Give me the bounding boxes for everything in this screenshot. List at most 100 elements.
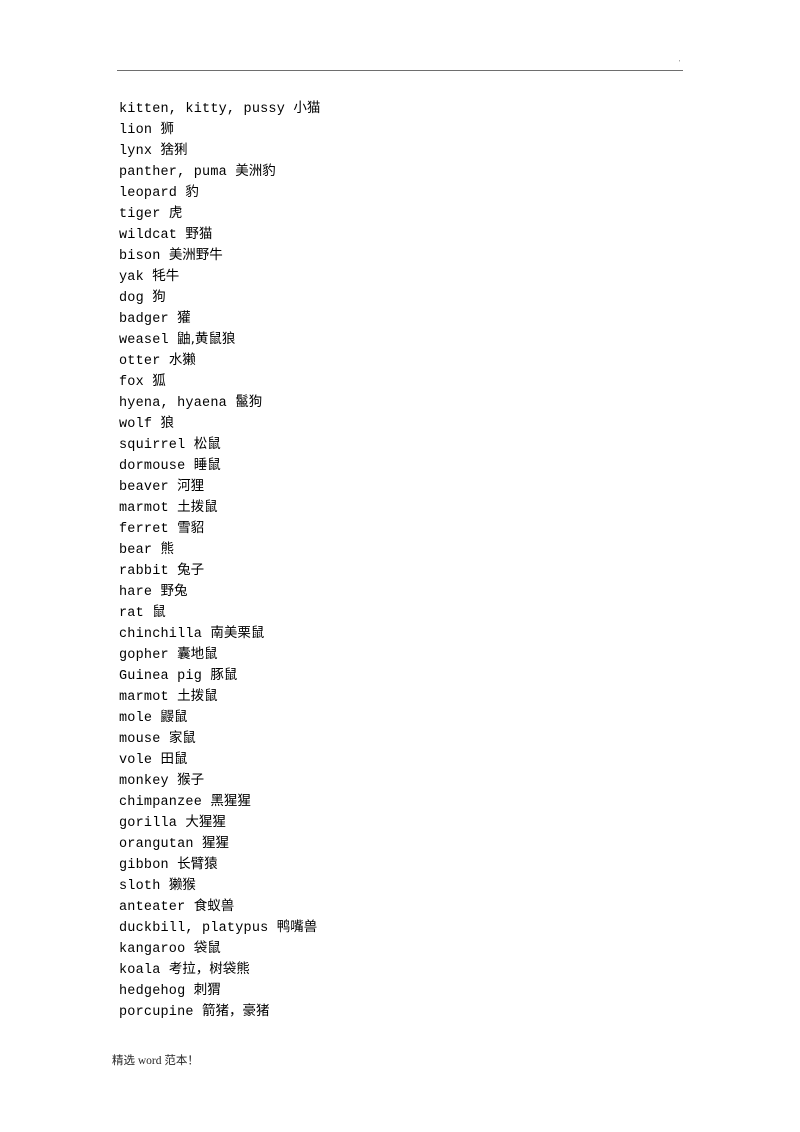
vocab-line: yak 牦牛 bbox=[119, 266, 739, 287]
vocab-term-chinese: 野兔 bbox=[160, 583, 188, 599]
vocab-term-english: squirrel bbox=[119, 438, 194, 453]
vocab-line: otter 水獭 bbox=[119, 350, 739, 371]
vocab-term-english: mouse bbox=[119, 732, 169, 747]
vocab-line: vole 田鼠 bbox=[119, 749, 739, 770]
vocab-line: bear 熊 bbox=[119, 539, 739, 560]
vocab-term-chinese: 猴子 bbox=[177, 772, 205, 788]
vocab-term-english: otter bbox=[119, 354, 169, 369]
vocab-term-chinese: 美洲豹 bbox=[235, 163, 276, 179]
vocab-term-chinese: 狐 bbox=[152, 373, 166, 389]
vocab-line: hare 野兔 bbox=[119, 581, 739, 602]
vocab-term-chinese: 考拉，树袋熊 bbox=[168, 961, 250, 977]
vocab-term-english: Guinea pig bbox=[119, 669, 211, 684]
header-artifact-mark: ' bbox=[679, 59, 681, 67]
vocab-term-chinese: 黑猩猩 bbox=[210, 793, 251, 809]
vocab-term-chinese: 熊 bbox=[160, 541, 175, 557]
vocab-term-english: sloth bbox=[119, 879, 169, 894]
vocab-term-chinese: 虎 bbox=[168, 205, 183, 221]
vocab-term-english: kangaroo bbox=[119, 942, 194, 957]
vocab-line: wildcat 野猫 bbox=[119, 224, 739, 245]
vocab-line: rat 鼠 bbox=[119, 602, 739, 623]
vocab-term-english: beaver bbox=[119, 480, 178, 495]
vocab-term-chinese: 猩猩 bbox=[202, 835, 230, 851]
vocab-line: leopard 豹 bbox=[119, 182, 739, 203]
vocab-line: chinchilla 南美栗鼠 bbox=[119, 623, 739, 644]
vocab-line: lynx 猞猁 bbox=[119, 140, 739, 161]
vocab-term-chinese: 箭猪，豪猪 bbox=[202, 1003, 270, 1019]
vocab-line: orangutan 猩猩 bbox=[119, 833, 739, 854]
vocab-term-chinese: 水獭 bbox=[168, 352, 196, 368]
vocab-line: hedgehog 刺猬 bbox=[119, 980, 739, 1001]
vocab-term-english: badger bbox=[119, 312, 178, 327]
vocab-line: marmot 土拨鼠 bbox=[119, 686, 739, 707]
vocab-term-chinese: 睡鼠 bbox=[193, 457, 221, 473]
vocab-term-english: koala bbox=[119, 963, 169, 978]
vocab-term-english: bison bbox=[119, 249, 169, 264]
vocab-line: hyena, hyaena 鬣狗 bbox=[119, 392, 739, 413]
vocab-line: gopher 囊地鼠 bbox=[119, 644, 739, 665]
vocab-line: sloth 獭猴 bbox=[119, 875, 739, 896]
document-page: ' kitten, kitty, pussy 小猫 lion 狮 lynx 猞猁 pa… bbox=[0, 0, 800, 1132]
vocab-line: gorilla 大猩猩 bbox=[119, 812, 739, 833]
vocab-term-chinese: 河狸 bbox=[177, 478, 205, 494]
vocab-term-chinese: 猞猁 bbox=[160, 142, 188, 158]
vocab-line: marmot 土拨鼠 bbox=[119, 497, 739, 518]
vocab-line: badger 獾 bbox=[119, 308, 739, 329]
vocab-term-english: porcupine bbox=[119, 1005, 203, 1020]
vocab-term-english: rabbit bbox=[119, 564, 178, 579]
vocab-term-english: duckbill, platypus bbox=[119, 921, 277, 936]
vocab-term-english: lion bbox=[119, 123, 161, 138]
vocab-term-chinese: 大猩猩 bbox=[185, 814, 226, 830]
vocab-line: ferret 雪貂 bbox=[119, 518, 739, 539]
vocab-term-chinese: 鬣狗 bbox=[235, 394, 263, 410]
vocab-term-english: bear bbox=[119, 543, 161, 558]
vocab-term-chinese: 獾 bbox=[177, 310, 191, 326]
vocab-line: koala 考拉，树袋熊 bbox=[119, 959, 739, 980]
vocab-line: weasel 鼬,黄鼠狼 bbox=[119, 329, 739, 350]
vocab-term-english: weasel bbox=[119, 333, 178, 348]
vocab-term-chinese: 食蚁兽 bbox=[193, 898, 235, 914]
vocab-term-english: dormouse bbox=[119, 459, 194, 474]
vocab-term-english: rat bbox=[119, 606, 153, 621]
vocab-term-chinese: 田鼠 bbox=[160, 751, 188, 767]
vocab-line: mole 鼹鼠 bbox=[119, 707, 739, 728]
vocab-term-chinese: 鼬,黄鼠狼 bbox=[177, 331, 236, 347]
vocab-term-english: yak bbox=[119, 270, 153, 285]
vocab-term-chinese: 狗 bbox=[152, 289, 166, 305]
vocab-term-english: kitten, kitty, pussy bbox=[119, 102, 294, 117]
vocab-term-chinese: 獭猴 bbox=[168, 877, 196, 893]
vocab-term-chinese: 狮 bbox=[160, 121, 175, 137]
vocab-term-english: wolf bbox=[119, 417, 161, 432]
vocab-term-chinese: 野猫 bbox=[185, 226, 213, 242]
vocab-term-english: panther, puma bbox=[119, 165, 236, 180]
vocab-term-chinese: 鼹鼠 bbox=[160, 709, 188, 725]
vocab-term-chinese: 牦牛 bbox=[152, 268, 180, 284]
vocab-line: panther, puma 美洲豹 bbox=[119, 161, 739, 182]
vocab-line: fox 狐 bbox=[119, 371, 739, 392]
vocab-term-chinese: 土拨鼠 bbox=[177, 499, 218, 515]
vocab-term-chinese: 豚鼠 bbox=[210, 667, 238, 683]
vocab-line: dormouse 睡鼠 bbox=[119, 455, 739, 476]
vocab-term-chinese: 鸭嘴兽 bbox=[276, 919, 318, 935]
vocab-term-chinese: 刺猬 bbox=[193, 982, 221, 998]
vocab-term-english: marmot bbox=[119, 690, 178, 705]
page-header: ' bbox=[0, 0, 800, 80]
vocab-term-english: ferret bbox=[119, 522, 178, 537]
vocab-term-english: dog bbox=[119, 291, 153, 306]
header-divider-rule bbox=[117, 70, 683, 71]
page-footer: 精选 word 范本！ bbox=[0, 1046, 800, 1086]
footer-suffix: 范本！ bbox=[164, 1053, 199, 1067]
vocab-term-english: gorilla bbox=[119, 816, 186, 831]
vocab-line: mouse 家鼠 bbox=[119, 728, 739, 749]
vocab-line: tiger 虎 bbox=[119, 203, 739, 224]
vocab-line: Guinea pig 豚鼠 bbox=[119, 665, 739, 686]
vocab-term-chinese: 家鼠 bbox=[168, 730, 196, 746]
vocab-line: monkey 猴子 bbox=[119, 770, 739, 791]
vocab-term-english: hare bbox=[119, 585, 161, 600]
vocab-term-chinese: 雪貂 bbox=[177, 520, 205, 536]
vocab-line: kitten, kitty, pussy 小猫 bbox=[119, 98, 739, 119]
vocab-term-english: gopher bbox=[119, 648, 178, 663]
vocab-term-english: fox bbox=[119, 375, 153, 390]
vocab-line: rabbit 兔子 bbox=[119, 560, 739, 581]
vocab-line: beaver 河狸 bbox=[119, 476, 739, 497]
